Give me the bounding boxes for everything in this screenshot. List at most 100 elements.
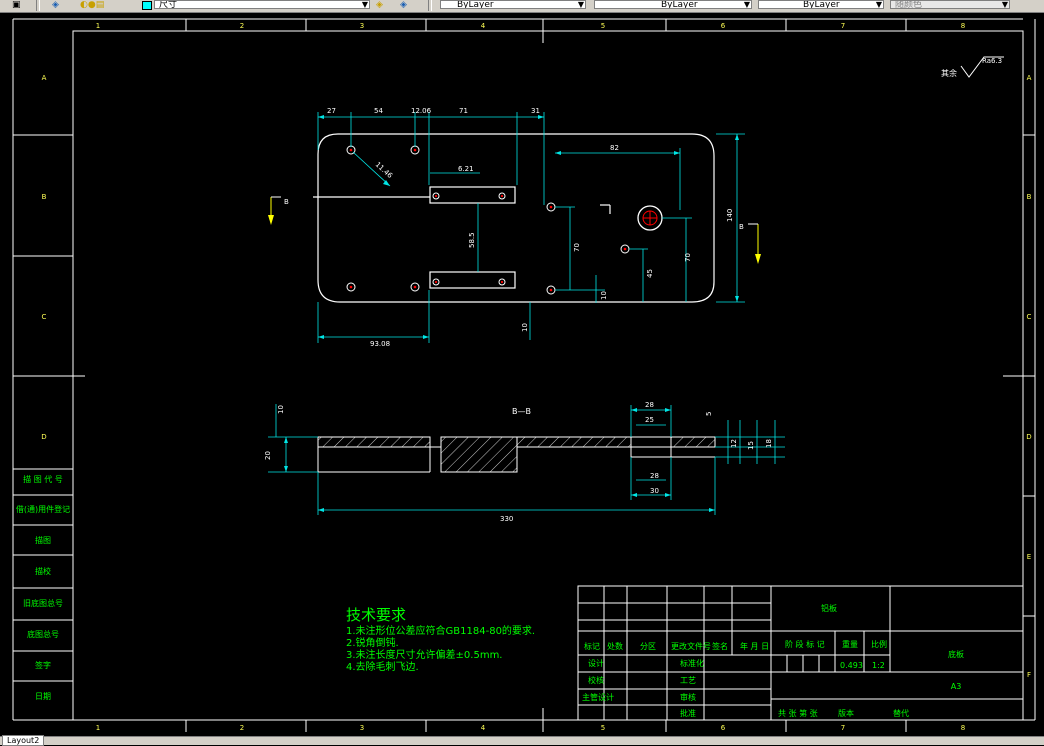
layer-combo-value: 尺寸 xyxy=(159,0,178,9)
col-label: 2 xyxy=(240,22,244,30)
color-combo[interactable]: ByLayer ▼ xyxy=(440,0,586,9)
part-name: 底板 xyxy=(948,649,964,659)
plan-view-dimensions xyxy=(317,112,745,343)
side-table-label: 描图 xyxy=(35,535,51,545)
section-view-dimensions xyxy=(268,404,785,515)
dim-text: 6.21 xyxy=(458,165,474,173)
role-label: 审核 xyxy=(680,692,696,702)
col-label: 8 xyxy=(961,22,965,30)
dim-text: 330 xyxy=(500,515,513,523)
row-label: B xyxy=(42,193,47,201)
linetype-combo-value: ByLayer xyxy=(661,0,698,9)
linetype-combo[interactable]: ByLayer ▼ xyxy=(594,0,752,9)
row-label: A xyxy=(42,74,47,82)
dim-text: 5 xyxy=(705,412,713,416)
dim-text: 12.06 xyxy=(411,107,432,115)
side-table-label: 描 图 代 号 xyxy=(23,474,63,484)
row-label: F xyxy=(1027,671,1031,679)
side-table-label: 日期 xyxy=(35,692,51,701)
side-table-label: 旧底图总号 xyxy=(23,598,63,608)
row-label: B xyxy=(1027,193,1032,201)
version-label: 版本 xyxy=(838,708,854,718)
make-current-layer-icon[interactable]: ◈ xyxy=(376,0,383,10)
col-label: 7 xyxy=(841,22,845,30)
dim-text: 54 xyxy=(374,107,383,115)
chevron-down-icon: ▼ xyxy=(743,0,750,9)
revision-header: 处数 xyxy=(607,641,623,651)
section-view xyxy=(317,436,716,473)
dim-text: 10 xyxy=(277,405,285,414)
revision-header: 分区 xyxy=(640,642,656,651)
layout-tab[interactable]: Layout2 xyxy=(2,735,45,746)
dim-text: 30 xyxy=(650,487,659,495)
col-label: 2 xyxy=(240,724,244,732)
toolbar-separator xyxy=(428,0,432,11)
role-label: 批准 xyxy=(680,708,696,718)
border-frame xyxy=(12,18,1036,721)
col-label: 5 xyxy=(601,22,605,30)
chevron-down-icon: ▼ xyxy=(361,0,368,9)
row-label: D xyxy=(1026,433,1031,441)
lineweight-combo-value: ByLayer xyxy=(803,0,840,9)
row-label: C xyxy=(42,313,47,321)
dim-text: 20 xyxy=(264,451,272,460)
section-view-dim-text: 10 20 330 28 25 5 12 15 18 28 30 xyxy=(264,401,773,523)
layer-color-swatch-icon xyxy=(142,1,152,10)
layer-combo[interactable]: 尺寸 ▼ xyxy=(154,0,370,9)
dim-text: 11.46 xyxy=(374,161,395,181)
roughness-prefix: 其余 xyxy=(941,68,957,78)
lineweight-combo[interactable]: ByLayer ▼ xyxy=(758,0,884,9)
side-table-label: 底图总号 xyxy=(27,629,59,639)
window-icon[interactable]: ▣ xyxy=(12,0,21,10)
row-label: D xyxy=(41,433,46,441)
revision-header: 标记 xyxy=(584,641,600,651)
col-label: 7 xyxy=(841,724,845,732)
scale-value: 1:2 xyxy=(872,661,885,670)
chevron-down-icon: ▼ xyxy=(577,0,584,9)
tech-req-line: 2.锐角倒钝. xyxy=(346,636,399,649)
col-label: 6 xyxy=(721,22,726,30)
dim-text: 70 xyxy=(573,243,581,252)
dim-text: 10 xyxy=(600,291,608,300)
layer-manager-icon[interactable]: ◈ xyxy=(52,0,59,10)
dim-text: 10 xyxy=(521,323,529,332)
replaces-label: 替代 xyxy=(893,708,909,718)
section-marker-left: B xyxy=(268,196,289,225)
dim-text: 71 xyxy=(459,107,468,115)
sheet-info: 共 张 第 张 xyxy=(778,708,818,718)
dim-text: 93.08 xyxy=(370,340,390,348)
hole-centers xyxy=(349,148,657,292)
dim-text: 18 xyxy=(765,439,773,448)
section-marker-right: B xyxy=(739,223,761,264)
sheet-size: A3 xyxy=(951,682,962,691)
dim-text: 12 xyxy=(730,439,738,448)
dim-text: 140 xyxy=(726,209,734,222)
tech-req-line: 4.去除毛刺飞边. xyxy=(346,660,419,673)
drawing-canvas[interactable]: 1 2 3 4 5 6 7 8 1 2 3 4 5 6 7 8 A B C D … xyxy=(0,12,1044,736)
role-label: 工艺 xyxy=(680,676,696,685)
col-label: 4 xyxy=(481,724,486,732)
section-letter: B xyxy=(284,198,289,206)
layer-previous-icon[interactable]: ◈ xyxy=(400,0,407,10)
plotstyle-combo-value: 随颜色 xyxy=(895,0,923,9)
col-label: 4 xyxy=(481,22,486,30)
role-label: 标准化 xyxy=(680,658,704,668)
dim-text: 15 xyxy=(747,441,755,450)
dim-text: 45 xyxy=(646,269,654,278)
side-table-label: 描校 xyxy=(35,566,51,576)
dim-text: 70 xyxy=(684,253,692,262)
weight-label: 重量 xyxy=(842,639,858,649)
tech-req-title: 技术要求 xyxy=(346,606,406,624)
dim-text: 58.5 xyxy=(468,232,476,248)
dim-text: 27 xyxy=(327,107,336,115)
plotstyle-combo[interactable]: 随颜色 ▼ xyxy=(890,0,1010,9)
roughness-value: Ra6.3 xyxy=(982,57,1002,65)
roughness-symbol: 其余 Ra6.3 xyxy=(941,56,1004,78)
role-label: 设计 xyxy=(588,658,604,668)
row-label: E xyxy=(1027,553,1031,561)
dim-text: 28 xyxy=(650,472,659,480)
col-label: 1 xyxy=(96,724,100,732)
role-label: 校核 xyxy=(588,675,604,685)
stage-label: 阶 段 标 记 xyxy=(785,639,825,649)
scale-label: 比例 xyxy=(871,639,887,649)
